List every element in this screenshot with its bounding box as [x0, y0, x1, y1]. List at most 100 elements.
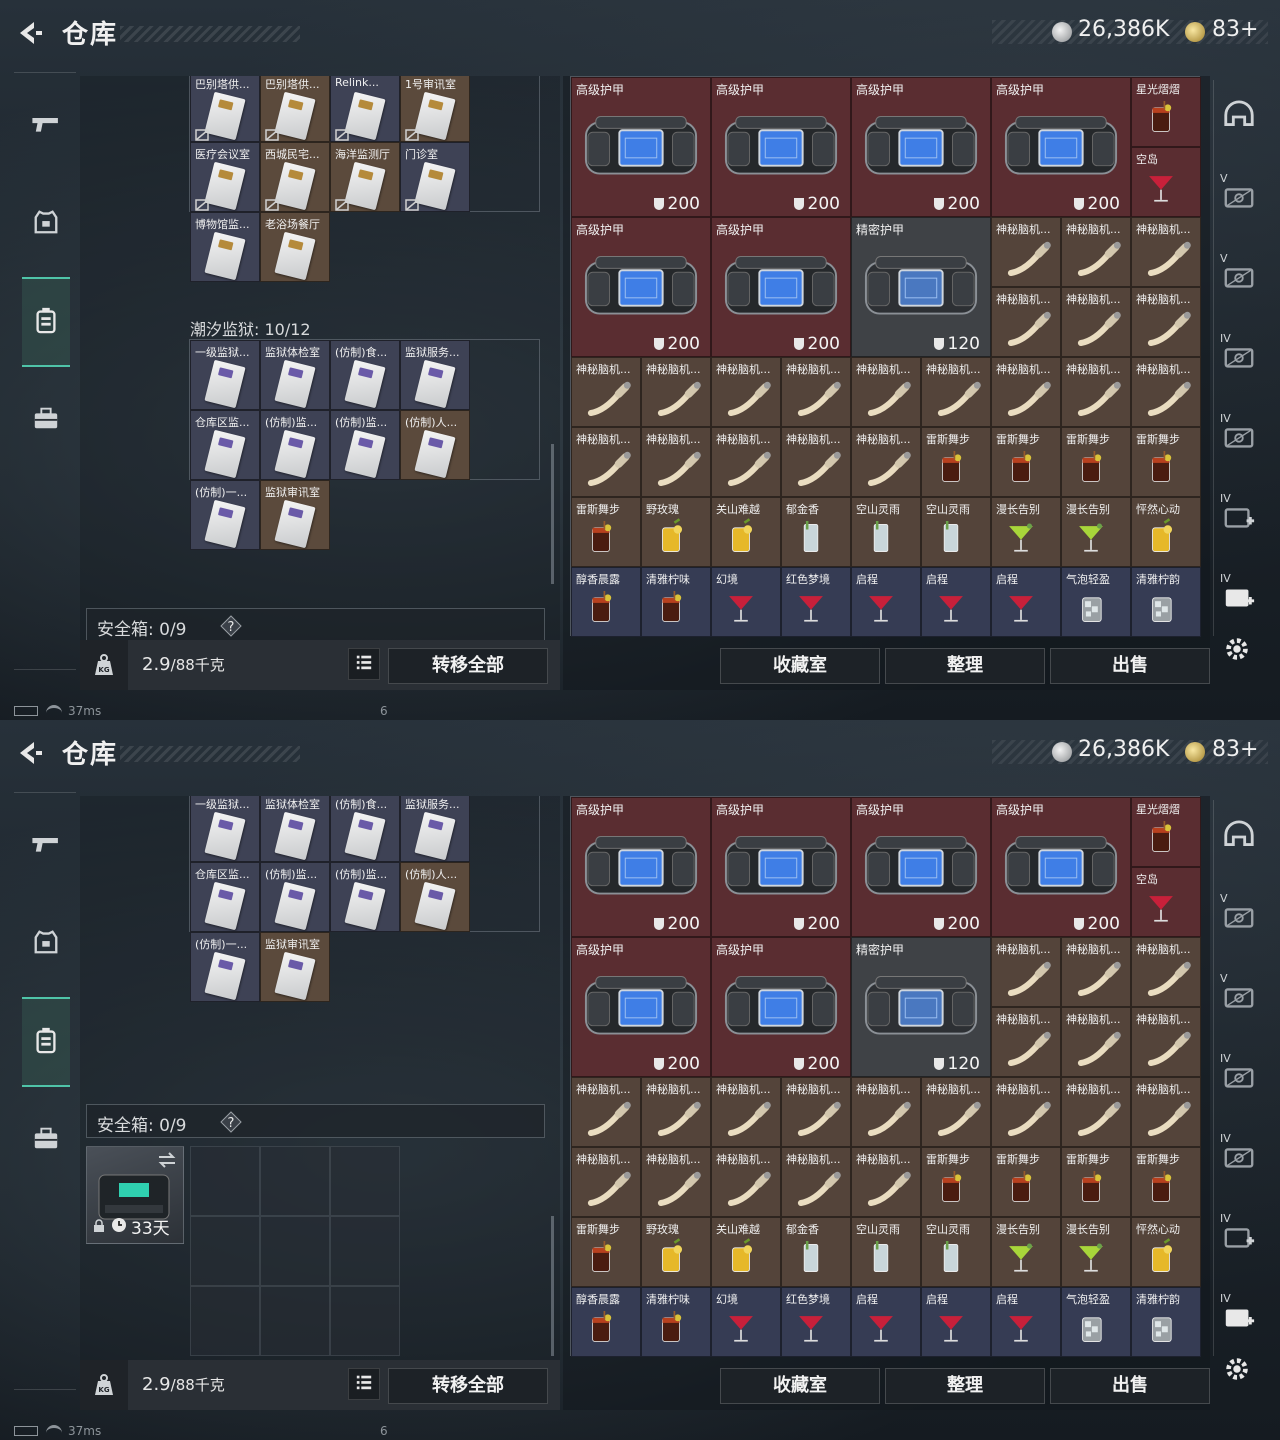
- empty-slot[interactable]: [190, 1216, 260, 1286]
- help-icon[interactable]: ?: [220, 615, 242, 637]
- warehouse-item[interactable]: 清雅柠韵: [1131, 567, 1201, 637]
- nav-backpack[interactable]: [22, 997, 70, 1087]
- list-item[interactable]: 仓库区监...: [190, 410, 260, 480]
- gold-coin-icon[interactable]: [1185, 742, 1205, 762]
- warehouse-item[interactable]: 关山难越: [711, 497, 781, 567]
- list-item[interactable]: 仓库区监...: [190, 862, 260, 932]
- list-item[interactable]: (仿制)一...: [190, 932, 260, 1002]
- nav-toolbox[interactable]: [22, 1095, 70, 1185]
- list-item[interactable]: 监狱服务...: [400, 340, 470, 410]
- gold-coin-icon[interactable]: [1185, 22, 1205, 42]
- warehouse-item[interactable]: 神秘脑机...: [711, 1077, 781, 1147]
- warehouse-item[interactable]: 雷斯舞步: [991, 1147, 1061, 1217]
- nav-pistol[interactable]: [22, 81, 70, 171]
- warehouse-item[interactable]: 神秘脑机...: [1131, 1007, 1201, 1077]
- armor-item[interactable]: 高级护甲 200: [571, 77, 711, 217]
- case-iv-icon[interactable]: IV: [1220, 1132, 1258, 1176]
- list-item[interactable]: 巴别塔供...: [260, 76, 330, 142]
- armor-item[interactable]: 精密护甲 120: [851, 937, 991, 1077]
- warehouse-item[interactable]: 清雅柠味: [641, 567, 711, 637]
- gold-amount[interactable]: 83+: [1212, 737, 1258, 762]
- list-item[interactable]: 医疗会议室: [190, 142, 260, 212]
- list-item[interactable]: 监狱审讯室: [260, 932, 330, 1002]
- armor-item[interactable]: 精密护甲 120: [851, 217, 991, 357]
- list-item[interactable]: 老浴场餐厅: [260, 212, 330, 282]
- warehouse-item[interactable]: 启程: [991, 1287, 1061, 1357]
- list-item[interactable]: (仿制)一...: [190, 480, 260, 550]
- medkit-iv-plus-icon[interactable]: IV: [1220, 572, 1258, 616]
- warehouse-item[interactable]: 醇香晨露: [571, 1287, 641, 1357]
- warehouse-item[interactable]: 神秘脑机...: [921, 1077, 991, 1147]
- warehouse-item[interactable]: 神秘脑机...: [991, 357, 1061, 427]
- warehouse-item[interactable]: 神秘脑机...: [1061, 287, 1131, 357]
- case-iii-icon[interactable]: IV: [1220, 1052, 1258, 1096]
- empty-slot[interactable]: [260, 1286, 330, 1356]
- list-item[interactable]: (仿制)监...: [260, 862, 330, 932]
- empty-slot[interactable]: [330, 1216, 400, 1286]
- warehouse-item[interactable]: 清雅柠味: [641, 1287, 711, 1357]
- warehouse-item[interactable]: 雷斯舞步: [1131, 427, 1201, 497]
- warehouse-item[interactable]: 神秘脑机...: [851, 1077, 921, 1147]
- case-i-icon[interactable]: V: [1220, 172, 1258, 216]
- settings-gear-icon[interactable]: [1222, 634, 1254, 666]
- list-item[interactable]: (仿制)监...: [330, 862, 400, 932]
- warehouse-item[interactable]: 神秘脑机...: [571, 1147, 641, 1217]
- list-item[interactable]: 门诊室: [400, 142, 470, 212]
- warehouse-item[interactable]: 空岛: [1131, 867, 1201, 937]
- backpack-scrollbar[interactable]: [551, 1216, 554, 1356]
- empty-slot[interactable]: [190, 1146, 260, 1216]
- backpack-scrollbar[interactable]: [551, 444, 554, 584]
- warehouse-item[interactable]: 漫长告别: [1061, 1217, 1131, 1287]
- warehouse-item[interactable]: 神秘脑机...: [571, 427, 641, 497]
- warehouse-item[interactable]: 野玫瑰: [641, 1217, 711, 1287]
- warehouse-item[interactable]: 神秘脑机...: [641, 357, 711, 427]
- backpack-scroll[interactable]: 巴克什: 10/12巴别塔供...巴别塔供...Relink...1号审讯室医疗…: [80, 76, 550, 640]
- warehouse-item[interactable]: 神秘脑机...: [1131, 357, 1201, 427]
- warehouse-item[interactable]: 神秘脑机...: [1061, 357, 1131, 427]
- warehouse-item[interactable]: 启程: [851, 567, 921, 637]
- list-item[interactable]: 监狱体检室: [260, 340, 330, 410]
- warehouse-item[interactable]: 关山难越: [711, 1217, 781, 1287]
- armor-item[interactable]: 高级护甲 200: [571, 797, 711, 937]
- empty-slot[interactable]: [260, 1216, 330, 1286]
- nav-armor-vest[interactable]: [22, 179, 70, 269]
- warehouse-item[interactable]: 神秘脑机...: [641, 1077, 711, 1147]
- sell-button[interactable]: 出售: [1050, 648, 1210, 684]
- warehouse-item[interactable]: 雷斯舞步: [1061, 1147, 1131, 1217]
- warehouse-item[interactable]: 雷斯舞步: [1061, 427, 1131, 497]
- list-item[interactable]: (仿制)食...: [330, 796, 400, 862]
- helmet-icon[interactable]: [1222, 820, 1258, 856]
- transfer-all-button[interactable]: 转移全部: [388, 1368, 548, 1404]
- list-item[interactable]: 监狱审讯室: [260, 480, 330, 550]
- armor-item[interactable]: 高级护甲 200: [851, 77, 991, 217]
- empty-slot[interactable]: [330, 1146, 400, 1216]
- warehouse-item[interactable]: 怦然心动: [1131, 1217, 1201, 1287]
- case-iv-icon[interactable]: IV: [1220, 412, 1258, 456]
- warehouse-item[interactable]: 漫长告别: [991, 1217, 1061, 1287]
- warehouse-item[interactable]: 启程: [991, 567, 1061, 637]
- armor-item[interactable]: 高级护甲 200: [711, 77, 851, 217]
- medkit-iv-plus-icon[interactable]: IV: [1220, 1292, 1258, 1336]
- warehouse-item[interactable]: 神秘脑机...: [851, 427, 921, 497]
- warehouse-item[interactable]: 神秘脑机...: [711, 357, 781, 427]
- warehouse-grid[interactable]: 高级护甲 200 高级护甲 200 高级护甲 200 高级护甲 200 高级护甲 200 高级护甲 2…: [570, 76, 1201, 637]
- warehouse-item[interactable]: 神秘脑机...: [991, 1077, 1061, 1147]
- empty-slot[interactable]: [190, 1286, 260, 1356]
- warehouse-item[interactable]: 神秘脑机...: [991, 217, 1061, 287]
- warehouse-item[interactable]: 雷斯舞步: [571, 497, 641, 567]
- warehouse-item[interactable]: 神秘脑机...: [991, 287, 1061, 357]
- collection-room-button[interactable]: 收藏室: [720, 1368, 880, 1404]
- list-item[interactable]: (仿制)人...: [400, 410, 470, 480]
- case-ii-icon[interactable]: V: [1220, 252, 1258, 296]
- armor-item[interactable]: 高级护甲 200: [711, 217, 851, 357]
- warehouse-item[interactable]: 空山灵雨: [921, 1217, 991, 1287]
- list-item[interactable]: 1号审讯室: [400, 76, 470, 142]
- list-item[interactable]: 监狱体检室: [260, 796, 330, 862]
- warehouse-item[interactable]: 神秘脑机...: [571, 1077, 641, 1147]
- sort-button[interactable]: 整理: [885, 648, 1045, 684]
- warehouse-item[interactable]: 神秘脑机...: [1061, 1007, 1131, 1077]
- warehouse-item[interactable]: 醇香晨露: [571, 567, 641, 637]
- warehouse-item[interactable]: 神秘脑机...: [781, 1077, 851, 1147]
- gold-amount[interactable]: 83+: [1212, 17, 1258, 42]
- warehouse-item[interactable]: 雷斯舞步: [991, 427, 1061, 497]
